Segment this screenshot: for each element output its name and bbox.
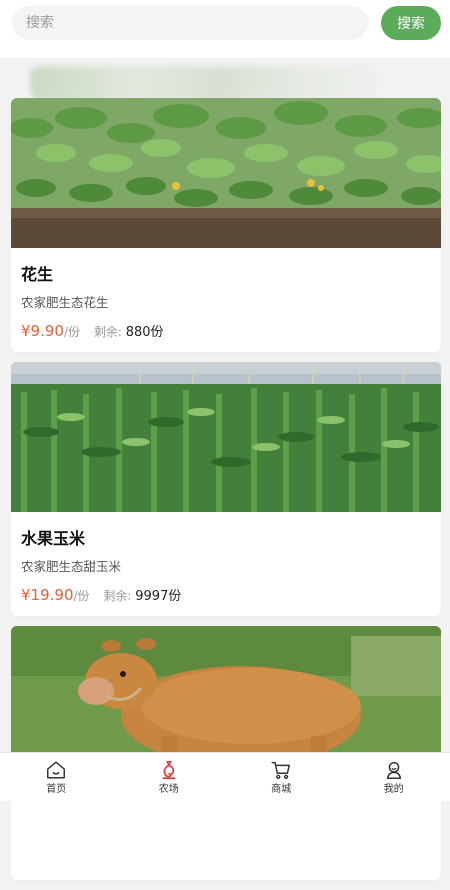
- tab-label: 首页: [46, 784, 66, 796]
- tab-label: 商城: [271, 784, 291, 796]
- profile-icon: [383, 759, 405, 781]
- stock-value: 880份: [126, 325, 164, 340]
- search-bar: 搜索: [0, 0, 450, 58]
- scroll-fade-overlay: [30, 66, 378, 100]
- tab-label: 农场: [159, 784, 179, 796]
- search-button[interactable]: 搜索: [381, 6, 441, 40]
- product-price: ¥19.90: [21, 586, 74, 604]
- product-price: ¥9.90: [21, 322, 64, 340]
- product-description: 农家肥生态花生: [21, 294, 431, 312]
- bottom-tab-bar: 首页 农场 商城 我的: [0, 752, 450, 801]
- search-input[interactable]: [12, 6, 368, 40]
- price-unit: /份: [74, 589, 90, 603]
- stock-label: 剩余:: [103, 589, 131, 603]
- tab-label: 我的: [384, 784, 404, 796]
- tab-home[interactable]: 首页: [0, 753, 113, 801]
- product-meta: ¥19.90/份 剩余: 9997份: [21, 585, 431, 607]
- tab-profile[interactable]: 我的: [338, 753, 450, 801]
- product-card[interactable]: 水果玉米 农家肥生态甜玉米 ¥19.90/份 剩余: 9997份: [11, 362, 441, 616]
- product-meta: ¥9.90/份 剩余: 880份: [21, 321, 431, 343]
- tab-farm[interactable]: 农场: [113, 753, 226, 801]
- tab-mall[interactable]: 商城: [225, 753, 338, 801]
- home-icon: [45, 759, 67, 781]
- product-name: 水果玉米: [21, 528, 431, 550]
- product-description: 农家肥生态甜玉米: [21, 558, 431, 576]
- product-name: 花生: [21, 264, 431, 286]
- peanut-field-image: [11, 98, 441, 248]
- cart-icon: [270, 759, 292, 781]
- stock-value: 9997份: [135, 589, 181, 604]
- stock-label: 剩余:: [94, 325, 122, 339]
- farm-icon: [158, 759, 180, 781]
- price-unit: /份: [64, 325, 80, 339]
- product-card[interactable]: 花生 农家肥生态花生 ¥9.90/份 剩余: 880份: [11, 98, 441, 352]
- corn-field-image: [11, 362, 441, 512]
